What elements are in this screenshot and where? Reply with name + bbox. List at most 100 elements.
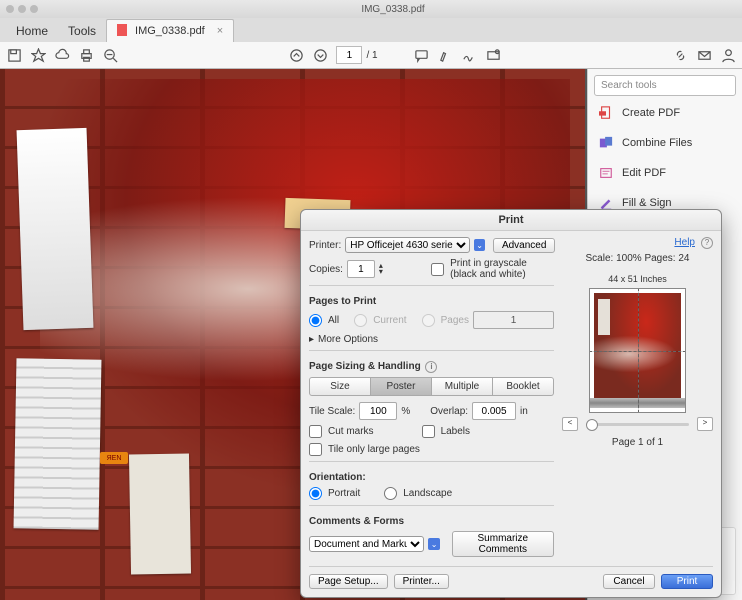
seg-size[interactable]: Size <box>309 377 371 396</box>
advanced-button[interactable]: Advanced <box>493 238 555 253</box>
pages-all-label: All <box>328 315 339 326</box>
overlap-input[interactable] <box>472 402 516 420</box>
copies-stepper-icon[interactable]: ▴▾ <box>379 263 383 275</box>
tool-edit-pdf[interactable]: Edit PDF <box>594 160 736 186</box>
email-icon[interactable] <box>696 47 712 63</box>
tool-combine-files[interactable]: Combine Files <box>594 130 736 156</box>
page-indicator: / 1 <box>336 46 377 64</box>
print-preview <box>589 288 686 413</box>
preview-next-button[interactable]: > <box>697 417 713 431</box>
menu-tools[interactable]: Tools <box>58 20 106 42</box>
printer-settings-button[interactable]: Printer... <box>394 574 449 589</box>
pages-range-input <box>473 311 554 329</box>
pages-range-label: Pages <box>441 315 469 326</box>
disclosure-icon[interactable]: ▸ <box>309 334 314 345</box>
sign-icon[interactable] <box>462 47 478 63</box>
cloud-icon[interactable] <box>54 47 70 63</box>
summarize-comments-button[interactable]: Summarize Comments <box>452 531 554 557</box>
page-down-icon[interactable] <box>312 47 328 63</box>
edit-pdf-icon <box>598 165 614 181</box>
preview-page-label: Page 1 of 1 <box>562 437 713 448</box>
tab-file-icon <box>117 24 127 39</box>
person-icon[interactable] <box>720 47 736 63</box>
tileonly-checkbox[interactable] <box>309 443 322 456</box>
tile-scale-input[interactable] <box>359 402 397 420</box>
overlap-unit: in <box>520 406 528 417</box>
help-link[interactable]: Help <box>674 237 695 249</box>
link-icon[interactable] <box>672 47 688 63</box>
seg-multiple[interactable]: Multiple <box>432 377 493 396</box>
stamp-icon[interactable] <box>486 47 502 63</box>
page-setup-button[interactable]: Page Setup... <box>309 574 388 589</box>
page-total: / 1 <box>366 50 377 61</box>
save-icon[interactable] <box>6 47 22 63</box>
preview-prev-button[interactable]: < <box>562 417 578 431</box>
overlap-label: Overlap: <box>430 406 468 417</box>
highlight-icon[interactable] <box>438 47 454 63</box>
create-pdf-icon <box>598 105 614 121</box>
portrait-radio[interactable] <box>309 487 322 500</box>
window-controls[interactable] <box>6 5 38 13</box>
tool-create-pdf[interactable]: Create PDF <box>594 100 736 126</box>
tool-label: Fill & Sign <box>622 197 672 209</box>
info-icon[interactable]: i <box>425 361 437 373</box>
max-dot[interactable] <box>30 5 38 13</box>
star-icon[interactable] <box>30 47 46 63</box>
tab-label: IMG_0338.pdf <box>135 25 205 37</box>
help-info-icon[interactable]: ? <box>701 237 713 249</box>
tab-close-icon[interactable]: × <box>217 25 223 37</box>
combine-files-icon <box>598 135 614 151</box>
pages-range-radio <box>422 314 435 327</box>
copies-label: Copies: <box>309 264 343 275</box>
seg-poster[interactable]: Poster <box>371 377 432 396</box>
labels-label: Labels <box>441 426 470 437</box>
dialog-title: Print <box>301 210 721 231</box>
comments-chevron-icon[interactable]: ⌄ <box>428 538 440 550</box>
print-icon[interactable] <box>78 47 94 63</box>
window-titlebar: IMG_0338.pdf <box>0 0 742 18</box>
zoom-out-icon[interactable] <box>102 47 118 63</box>
tab-bar: Home Tools IMG_0338.pdf × <box>0 18 742 42</box>
tile-scale-label: Tile Scale: <box>309 406 355 417</box>
tool-label: Create PDF <box>622 107 680 119</box>
comment-icon[interactable] <box>414 47 430 63</box>
seg-booklet[interactable]: Booklet <box>493 377 554 396</box>
grayscale-checkbox[interactable] <box>431 263 444 276</box>
pages-current-radio <box>354 314 367 327</box>
close-dot[interactable] <box>6 5 14 13</box>
window-title: IMG_0338.pdf <box>361 4 424 15</box>
comments-select[interactable]: Document and Markups <box>309 536 424 552</box>
menu-home[interactable]: Home <box>6 20 58 42</box>
paper-size-label: 44 x 51 Inches <box>562 274 713 284</box>
copies-input[interactable] <box>347 260 375 278</box>
sizing-segment: Size Poster Multiple Booklet <box>309 377 554 396</box>
cutmarks-checkbox[interactable] <box>309 425 322 438</box>
percent-label: % <box>401 406 410 417</box>
printer-select[interactable]: HP Officejet 4630 series <box>345 237 470 253</box>
pages-all-radio[interactable] <box>309 314 322 327</box>
printer-chevron-icon[interactable]: ⌄ <box>474 239 485 251</box>
tool-label: Combine Files <box>622 137 692 149</box>
page-number-input[interactable] <box>336 46 362 64</box>
cancel-button[interactable]: Cancel <box>603 574 655 589</box>
min-dot[interactable] <box>18 5 26 13</box>
page-up-icon[interactable] <box>288 47 304 63</box>
search-tools-input[interactable]: Search tools <box>594 75 736 96</box>
document-tab[interactable]: IMG_0338.pdf × <box>106 19 234 42</box>
page-sizing-title: Page Sizing & Handling i <box>309 361 554 373</box>
print-button[interactable]: Print <box>661 574 713 589</box>
graffiti-tag: ЯEN <box>100 452 128 464</box>
tileonly-label: Tile only large pages <box>328 444 420 455</box>
orientation-title: Orientation: <box>309 472 554 483</box>
scale-info-label: Scale: 100% Pages: 24 <box>562 253 713 264</box>
landscape-radio[interactable] <box>384 487 397 500</box>
landscape-label: Landscape <box>403 488 452 499</box>
main-toolbar: / 1 <box>0 42 742 69</box>
dialog-footer: Page Setup... Printer... Cancel Print <box>301 569 721 597</box>
portrait-label: Portrait <box>328 488 360 499</box>
labels-checkbox[interactable] <box>422 425 435 438</box>
more-options-label[interactable]: More Options <box>318 334 378 345</box>
preview-slider[interactable] <box>586 423 689 426</box>
printer-label: Printer: <box>309 240 341 251</box>
pages-current-label: Current <box>373 315 406 326</box>
